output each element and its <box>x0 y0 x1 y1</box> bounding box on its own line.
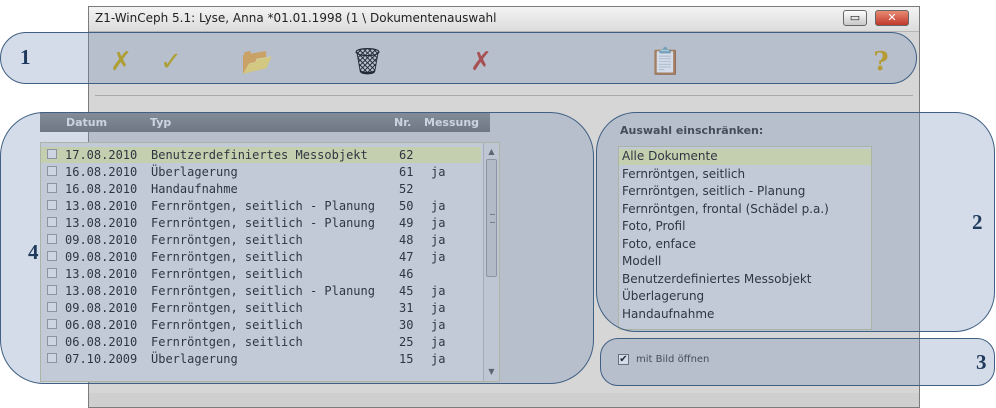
callout-4-region <box>0 112 594 384</box>
callout-2-number: 2 <box>972 210 983 234</box>
callout-1-region <box>0 32 917 84</box>
minimize-button[interactable]: ▭ <box>843 10 867 26</box>
toolbar-separator <box>95 95 913 96</box>
close-button[interactable]: ✕ <box>875 10 909 26</box>
callout-3-region <box>600 338 995 386</box>
window-title: Z1-WinCeph 5.1: Lyse, Anna *01.01.1998 (… <box>95 11 497 25</box>
callout-1-number: 1 <box>20 45 31 69</box>
callout-2-region <box>596 112 995 332</box>
callout-3-number: 3 <box>976 350 987 374</box>
bottom-strip <box>89 393 919 407</box>
callout-4-number: 4 <box>28 240 39 264</box>
title-bar: Z1-WinCeph 5.1: Lyse, Anna *01.01.1998 (… <box>89 7 919 32</box>
